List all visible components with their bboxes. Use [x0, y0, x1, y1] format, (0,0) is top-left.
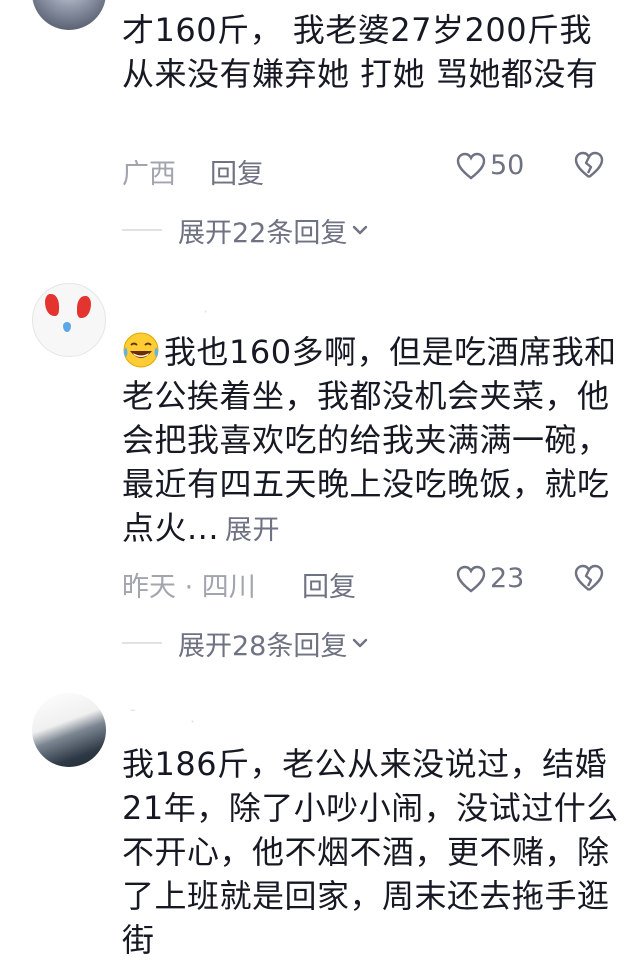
divider [122, 642, 162, 644]
expand-replies-label: 展开22条回复 [178, 217, 348, 249]
broken-heart-icon [574, 564, 604, 591]
comment-location: 广西 [122, 159, 176, 190]
dislike-button[interactable] [574, 150, 604, 187]
divider [122, 229, 162, 231]
like-button[interactable]: 23 [456, 563, 524, 594]
expand-replies-button[interactable]: 展开28条回复 [122, 625, 369, 662]
like-count: 23 [490, 563, 525, 594]
comment-time-location: 昨天 · 四川 [122, 572, 256, 603]
expand-replies-label: 展开28条回复 [178, 630, 348, 662]
chevron-down-icon [353, 638, 368, 648]
like-count: 50 [490, 150, 525, 181]
avatar[interactable] [32, 693, 106, 767]
broken-heart-icon [574, 151, 604, 178]
heart-outline-icon [456, 152, 486, 180]
reply-button[interactable]: 回复 [210, 152, 264, 191]
expand-comment-button[interactable]: 展开 [225, 515, 280, 546]
comment-meta: 广西 回复 50 [122, 150, 604, 191]
comment-text: 我186斤，老公从来没说过，结婚21年，除了小吵小闹，没试过什么不开心，他不烟不… [122, 745, 619, 959]
comment-meta: 昨天 · 四川 回复 23 [122, 563, 604, 604]
dislike-button[interactable] [574, 563, 604, 600]
chevron-down-icon [353, 225, 368, 235]
comment-body: 我也160多啊，但是吃酒席我和老公挨着坐，我都没机会夹菜，他会把我喜欢吃的给我夹… [122, 333, 617, 547]
avatar[interactable] [32, 283, 106, 357]
avatar[interactable] [32, 0, 106, 30]
comment-text: 我也160多啊，但是吃酒席我和老公挨着坐，我都没机会夹菜，他会把我喜欢吃的给我夹… [122, 330, 622, 553]
heart-outline-icon [456, 565, 486, 593]
like-button[interactable]: 50 [456, 150, 524, 181]
laughing-tears-emoji-icon [123, 332, 159, 368]
expand-replies-button[interactable]: 展开22条回复 [122, 212, 369, 249]
reply-button[interactable]: 回复 [302, 565, 356, 604]
comment-text: 才160斤， 我老婆27岁200斤我从来没有嫌弃她 打她 骂她都没有 [122, 11, 599, 93]
